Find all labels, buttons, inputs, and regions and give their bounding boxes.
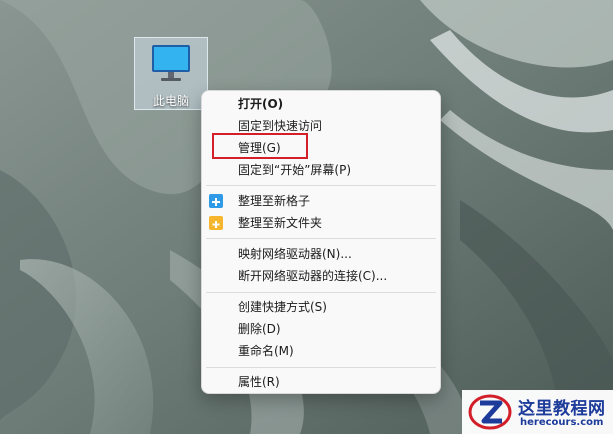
menu-item-create-shortcut[interactable]: 创建快捷方式(S) bbox=[238, 298, 327, 316]
watermark-title: 这里教程网 bbox=[518, 399, 606, 419]
this-pc-label: 此电脑 bbox=[152, 94, 189, 108]
menu-item-new-folder[interactable]: 整理至新文件夹 bbox=[238, 214, 322, 232]
new-box-icon bbox=[209, 194, 223, 208]
watermark-url: herecours.com bbox=[520, 417, 604, 428]
menu-separator bbox=[206, 292, 436, 293]
menu-item-disconnect-network-drive[interactable]: 断开网络驱动器的连接(C)... bbox=[238, 267, 387, 285]
new-folder-icon bbox=[209, 216, 223, 230]
manage-highlight-box bbox=[212, 133, 308, 159]
watermark-logo-icon bbox=[468, 394, 512, 430]
menu-separator bbox=[206, 185, 436, 186]
menu-item-open[interactable]: 打开(O) bbox=[238, 95, 283, 113]
menu-item-map-network-drive[interactable]: 映射网络驱动器(N)... bbox=[238, 245, 352, 263]
menu-item-pin-start[interactable]: 固定到“开始”屏幕(P) bbox=[238, 161, 351, 179]
computer-monitor-icon bbox=[152, 45, 190, 81]
menu-separator bbox=[206, 238, 436, 239]
this-pc-desktop-icon[interactable]: 此电脑 bbox=[134, 37, 208, 110]
watermark: 这里教程网 herecours.com bbox=[462, 390, 613, 434]
menu-item-new-box[interactable]: 整理至新格子 bbox=[238, 192, 310, 210]
menu-item-properties[interactable]: 属性(R) bbox=[238, 373, 280, 391]
menu-separator bbox=[206, 367, 436, 368]
menu-item-rename[interactable]: 重命名(M) bbox=[238, 342, 294, 360]
menu-item-delete[interactable]: 删除(D) bbox=[238, 320, 281, 338]
